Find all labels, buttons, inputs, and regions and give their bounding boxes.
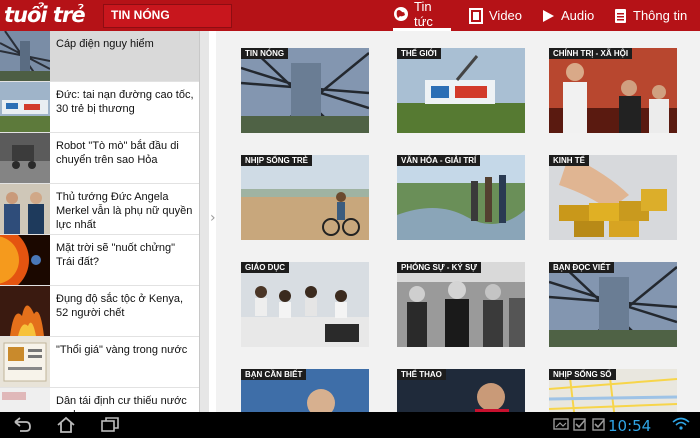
section-title: TIN NÓNG: [111, 8, 170, 22]
category-label: NHỊP SỐNG SỐ: [549, 369, 616, 380]
category-tile-van-hoa-giai-tri[interactable]: VĂN HÓA - GIẢI TRÍ: [397, 155, 525, 240]
panel-divider[interactable]: [200, 31, 209, 412]
category-label: CHÍNH TRỊ - XÃ HỘI: [549, 48, 633, 59]
news-thumbnail: [0, 337, 50, 387]
news-title: Dân tái định cư thiếu nước sạch: [56, 395, 187, 412]
news-thumbnail: [0, 133, 50, 183]
back-icon[interactable]: [12, 416, 32, 434]
news-list[interactable]: Cáp điện nguy hiểm Đức: tai nạn đường ca…: [0, 31, 200, 412]
tab-label: Audio: [561, 8, 595, 23]
home-icon[interactable]: [56, 416, 76, 434]
category-grid: TIN NÓNG THẾ GIỚI CHÍNH TRỊ - XÃ HỘI NHỊ…: [216, 31, 700, 412]
category-label: KINH TẾ: [549, 155, 589, 166]
news-thumbnail: [0, 82, 50, 132]
category-tile-nhip-song-so[interactable]: NHỊP SỐNG SỐ: [549, 369, 677, 412]
category-label: GIÁO DỤC: [241, 262, 289, 273]
category-tile-ban-doc-viet[interactable]: BẠN ĐỌC VIẾT: [549, 262, 677, 347]
category-tile-the-gioi[interactable]: THẾ GIỚI: [397, 48, 525, 133]
category-tile-giao-duc[interactable]: GIÁO DỤC: [241, 262, 369, 347]
category-tile-the-thao[interactable]: THỂ THAO: [397, 369, 525, 412]
category-label: PHÓNG SỰ - KÝ SỰ: [397, 262, 481, 273]
category-label: NHỊP SỐNG TRẺ: [241, 155, 312, 166]
film-icon: [468, 7, 484, 24]
list-item[interactable]: Robot "Tò mò" bắt đầu di chuyển trên sao…: [0, 133, 199, 184]
news-title: Đức: tai nạn đường cao tốc, 30 trẻ bị th…: [56, 89, 194, 115]
gallery-icon[interactable]: [553, 416, 573, 434]
list-item[interactable]: "Thổi giá" vàng trong nước: [0, 337, 199, 388]
tab-label: Thông tin: [633, 8, 688, 23]
list-item[interactable]: Đụng độ sắc tộc ở Kenya, 52 người chết: [0, 286, 199, 337]
category-tile-tin-nong[interactable]: TIN NÓNG: [241, 48, 369, 133]
news-thumbnail: [0, 184, 50, 234]
app-header: tuổi trẻ TIN NÓNG Tin tức Video Audio Th…: [0, 0, 700, 31]
news-title: Mặt trời sẽ "nuốt chửng" Trái đất?: [56, 242, 175, 268]
list-item[interactable]: Đức: tai nạn đường cao tốc, 30 trẻ bị th…: [0, 82, 199, 133]
news-title: Robot "Tò mò" bắt đầu di chuyển trên sao…: [56, 140, 179, 166]
document-icon: [612, 8, 628, 24]
category-label: THỂ THAO: [397, 369, 446, 380]
chevron-right-icon[interactable]: ›: [210, 210, 216, 226]
news-thumbnail: [0, 235, 50, 285]
list-item[interactable]: Thủ tướng Đức Angela Merkel vẫn là phụ n…: [0, 184, 199, 235]
category-tile-chinh-tri-xa-hoi[interactable]: CHÍNH TRỊ - XÃ HỘI: [549, 48, 677, 133]
play-icon: [540, 8, 556, 24]
news-title: Đụng độ sắc tộc ở Kenya, 52 người chết: [56, 293, 184, 319]
news-title: Thủ tướng Đức Angela Merkel vẫn là phụ n…: [56, 191, 193, 231]
tab-video[interactable]: Video: [468, 0, 528, 31]
tab-tin-tuc[interactable]: Tin tức: [393, 0, 451, 31]
news-thumbnail: [0, 286, 50, 336]
category-label: BẠN CẦN BIẾT: [241, 369, 307, 380]
list-item[interactable]: Mặt trời sẽ "nuốt chửng" Trái đất?: [0, 235, 199, 286]
category-tile-nhip-song-tre[interactable]: NHỊP SỐNG TRẺ: [241, 155, 369, 240]
tab-label: Tin tức: [414, 0, 433, 29]
recent-apps-icon[interactable]: [100, 416, 120, 434]
news-title: Cáp điện nguy hiểm: [56, 38, 154, 50]
tab-audio[interactable]: Audio: [540, 0, 600, 31]
tab-label: Video: [489, 8, 523, 23]
category-tile-kinh-te[interactable]: KINH TẾ: [549, 155, 677, 240]
tab-thong-tin[interactable]: Thông tin: [612, 0, 700, 31]
category-label: THẾ GIỚI: [397, 48, 441, 59]
list-item[interactable]: Dân tái định cư thiếu nước sạch: [0, 388, 199, 412]
category-label: VĂN HÓA - GIẢI TRÍ: [397, 155, 481, 166]
category-tile-phong-su-ky-su[interactable]: PHÓNG SỰ - KÝ SỰ: [397, 262, 525, 347]
category-tile-ban-can-biet[interactable]: BẠN CẦN BIẾT: [241, 369, 369, 412]
globe-icon: [393, 6, 409, 22]
checkbox-icon: [572, 416, 592, 434]
category-label: TIN NÓNG: [241, 48, 289, 59]
news-thumbnail: [0, 388, 50, 412]
news-thumbnail: [0, 31, 50, 81]
category-label: BẠN ĐỌC VIẾT: [549, 262, 615, 273]
system-nav-bar: 10:54: [0, 412, 700, 438]
list-item[interactable]: Cáp điện nguy hiểm: [0, 31, 199, 82]
news-title: "Thổi giá" vàng trong nước: [56, 344, 188, 356]
wifi-icon: [672, 416, 692, 434]
status-clock: 10:54: [608, 417, 652, 435]
tuoi-tre-logo[interactable]: tuổi trẻ: [4, 2, 86, 28]
